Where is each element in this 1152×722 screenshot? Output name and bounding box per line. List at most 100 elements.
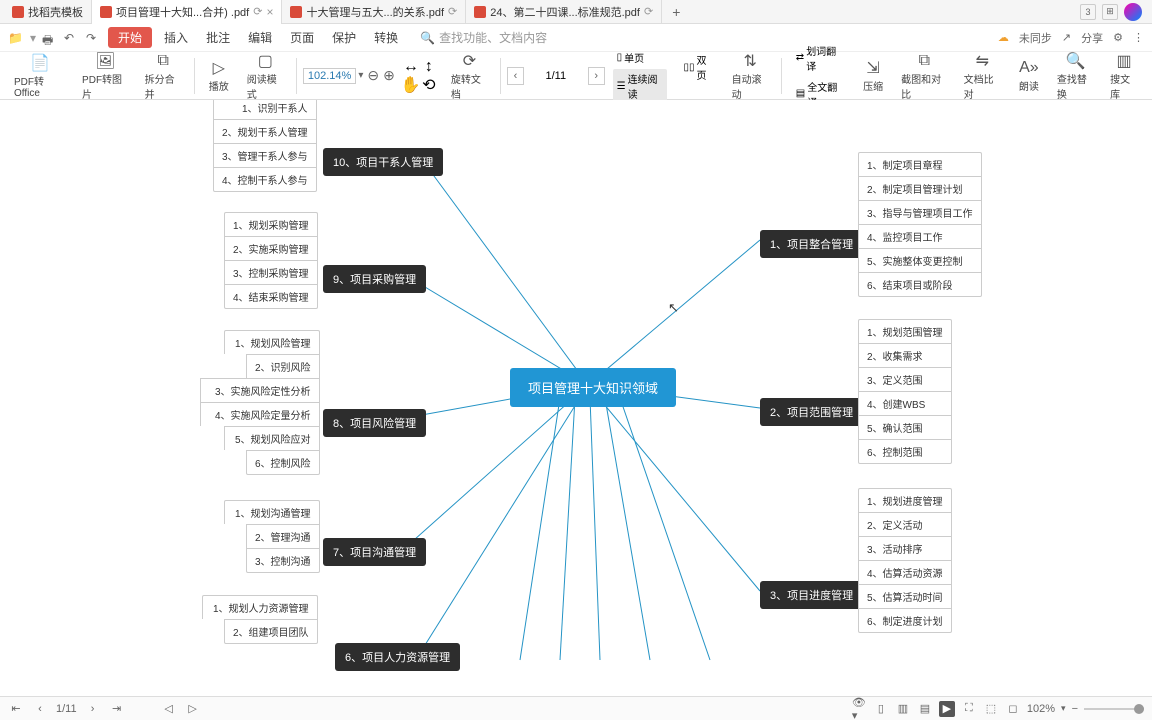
double-icon: ▯▯: [683, 62, 694, 73]
branch-9: 9、项目采购管理: [323, 265, 426, 293]
share-button[interactable]: 分享: [1081, 30, 1103, 46]
ribbon: 📄PDF转Office 🖼PDF转图片 ⧉拆分合并 ▷播放 ▢阅读模式 102.…: [0, 52, 1152, 100]
page-status[interactable]: 1/11: [56, 703, 77, 715]
nav-right-icon[interactable]: ▷: [185, 701, 201, 717]
scroll-icon: ⇅: [740, 51, 760, 71]
tab-2[interactable]: 十大管理与五大...的关系.pdf ⟳: [282, 0, 466, 24]
prev-page-button[interactable]: ‹: [507, 67, 524, 85]
zoom-dropdown-icon[interactable]: ▾: [1061, 703, 1066, 714]
layout2-icon[interactable]: ▥: [895, 701, 911, 717]
reload-icon[interactable]: ⟳: [253, 5, 262, 18]
layout1-icon[interactable]: ▯: [873, 701, 889, 717]
zoom-control[interactable]: 102.14% ▾ ⊖ ⊕: [303, 67, 395, 84]
branch-6: 6、项目人力资源管理: [335, 643, 460, 671]
pdf-to-image-button[interactable]: 🖼PDF转图片: [76, 51, 135, 101]
auto-scroll-button[interactable]: ⇅自动滚动: [726, 51, 775, 101]
find-replace-button[interactable]: 🔍查找替换: [1051, 51, 1100, 101]
close-icon[interactable]: ×: [266, 5, 273, 19]
compare-button[interactable]: ⧉截图和对比: [895, 51, 954, 101]
tab-3[interactable]: 24、第二十四课...标准规范.pdf ⟳: [466, 0, 662, 24]
square-icon[interactable]: ◻: [1005, 701, 1021, 717]
window-count-icon[interactable]: 3: [1080, 4, 1096, 20]
fit-height-icon[interactable]: ↕: [421, 59, 437, 75]
library-icon: ▥: [1114, 51, 1134, 71]
menu-edit[interactable]: 编辑: [242, 29, 278, 46]
avatar[interactable]: [1124, 3, 1142, 21]
branch-7: 7、项目沟通管理: [323, 538, 426, 566]
cloud-icon[interactable]: ☁: [998, 31, 1009, 44]
fit-icon[interactable]: ⛶: [961, 701, 977, 717]
search-box[interactable]: 🔍 查找功能、文档内容: [420, 29, 547, 46]
print-icon[interactable]: 🖶: [42, 31, 58, 45]
play-status-icon[interactable]: ▶: [939, 701, 955, 717]
next-icon[interactable]: ›: [85, 701, 101, 717]
menu-convert[interactable]: 转换: [368, 29, 404, 46]
rotate-icon[interactable]: ⟲: [421, 77, 437, 93]
status-bar: ⇤ ‹ 1/11 › ⇥ ◁ ▷ 👁▾ ▯ ▥ ▤ ▶ ⛶ ⬚ ◻ 102% ▾…: [0, 696, 1152, 720]
reload-icon[interactable]: ⟳: [448, 5, 457, 18]
crop-icon[interactable]: ⬚: [983, 701, 999, 717]
fit-width-icon[interactable]: ↔: [403, 59, 419, 75]
pdf-icon: [474, 6, 486, 18]
leaves-1: 1、制定项目章程 2、制定项目管理计划 3、指导与管理项目工作 4、监控项目工作…: [858, 152, 982, 297]
word-trans-button[interactable]: ⇄划词翻译: [792, 41, 847, 75]
tab-label: 24、第二十四课...标准规范.pdf: [490, 4, 640, 20]
continuous-button[interactable]: ☰连续阅读: [613, 69, 668, 103]
zoom-status[interactable]: 102%: [1027, 703, 1055, 715]
cont-icon: ☰: [617, 81, 626, 92]
single-page-button[interactable]: ▯单页: [613, 48, 668, 67]
pdf-to-office-button[interactable]: 📄PDF转Office: [8, 53, 72, 99]
undo-icon[interactable]: ↶: [64, 31, 80, 45]
zoom-value[interactable]: 102.14%: [303, 68, 356, 84]
tab-templates[interactable]: 找稻壳模板: [4, 0, 92, 24]
unsync-label[interactable]: 未同步: [1019, 30, 1052, 46]
zoom-in-icon[interactable]: ⊕: [383, 67, 395, 84]
open-icon[interactable]: 📁: [8, 31, 24, 45]
tab-bar: 找稻壳模板 项目管理十大知...合并) .pdf⟳× 十大管理与五大...的关系…: [0, 0, 1152, 24]
rotate-doc-button[interactable]: ⟳旋转文档: [445, 51, 494, 101]
add-tab-button[interactable]: +: [662, 4, 690, 20]
compress-button[interactable]: ⇲压缩: [855, 58, 891, 93]
zoom-minus-icon[interactable]: −: [1072, 703, 1078, 715]
reload-icon[interactable]: ⟳: [644, 5, 653, 18]
leaves-9: 1、规划采购管理 2、实施采购管理 3、控制采购管理 4、结束采购管理: [224, 212, 318, 309]
more-icon[interactable]: ⋮: [1133, 31, 1144, 44]
redo-icon[interactable]: ↷: [86, 31, 102, 45]
eye-icon[interactable]: 👁▾: [851, 701, 867, 717]
document-canvas[interactable]: 项目管理十大知识领域 10、项目干系人管理 1、识别干系人 2、规划干系人管理 …: [0, 100, 1152, 696]
leaves-3: 1、规划进度管理 2、定义活动 3、活动排序 4、估算活动资源 5、估算活动时间…: [858, 488, 952, 633]
hand-icon[interactable]: ✋: [403, 77, 419, 93]
play-button[interactable]: ▷播放: [201, 58, 237, 93]
doc-compare-button[interactable]: ⇋文档比对: [958, 51, 1007, 101]
dropdown-icon[interactable]: ▾: [30, 31, 36, 45]
center-node: 项目管理十大知识领域: [510, 368, 676, 407]
menu-insert[interactable]: 插入: [158, 29, 194, 46]
read-aloud-button[interactable]: A»朗读: [1011, 58, 1047, 93]
rotate-doc-icon: ⟳: [459, 51, 479, 71]
share-icon: ↗: [1062, 31, 1071, 44]
start-button[interactable]: 开始: [108, 27, 152, 48]
menu-page[interactable]: 页面: [284, 29, 320, 46]
first-page-icon[interactable]: ⇤: [8, 701, 24, 717]
double-page-button[interactable]: ▯▯双页: [679, 50, 717, 84]
branch-3: 3、项目进度管理: [760, 581, 863, 609]
dropdown-icon[interactable]: ▾: [358, 70, 363, 81]
tab-label: 十大管理与五大...的关系.pdf: [306, 4, 444, 20]
search-lib-button[interactable]: ▥搜文库: [1104, 51, 1144, 101]
layout3-icon[interactable]: ▤: [917, 701, 933, 717]
grid-icon[interactable]: ⊞: [1102, 4, 1118, 20]
image-icon: 🖼: [95, 51, 115, 71]
prev-icon[interactable]: ‹: [32, 701, 48, 717]
read-mode-button[interactable]: ▢阅读模式: [241, 51, 290, 101]
page-indicator[interactable]: 1/11: [528, 70, 584, 82]
tab-active[interactable]: 项目管理十大知...合并) .pdf⟳×: [92, 0, 282, 24]
zoom-out-icon[interactable]: ⊖: [365, 67, 381, 84]
menu-protect[interactable]: 保护: [326, 29, 362, 46]
gear-icon[interactable]: ⚙: [1113, 31, 1123, 44]
zoom-slider[interactable]: [1084, 708, 1144, 710]
nav-left-icon[interactable]: ◁: [161, 701, 177, 717]
last-page-icon[interactable]: ⇥: [109, 701, 125, 717]
split-merge-button[interactable]: ⧉拆分合并: [139, 51, 188, 101]
menu-annotate[interactable]: 批注: [200, 29, 236, 46]
next-page-button[interactable]: ›: [588, 67, 605, 85]
